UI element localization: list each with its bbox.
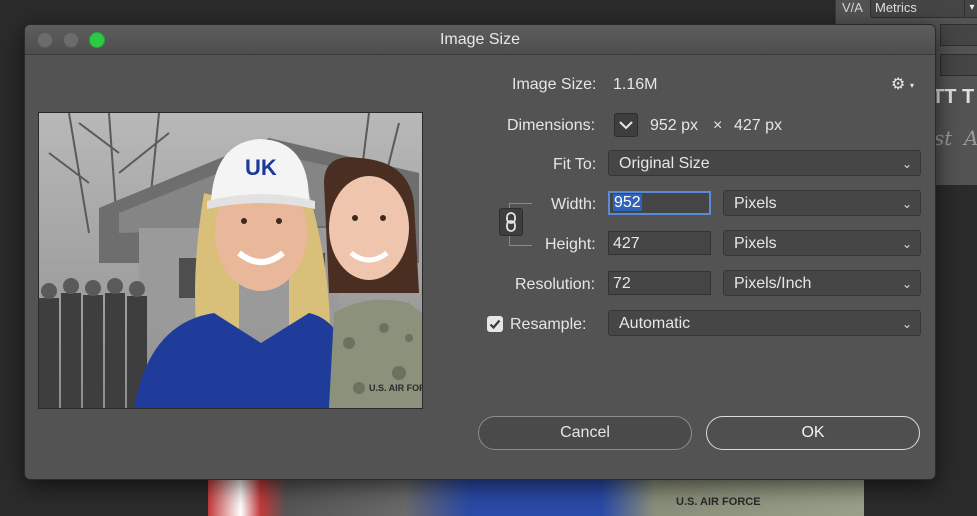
resample-checkbox[interactable]	[487, 316, 503, 332]
gear-icon[interactable]: ⚙	[891, 74, 905, 94]
uniform-tape: U.S. AIR FORCE	[369, 383, 422, 393]
fit-to-value: Original Size	[619, 155, 710, 172]
chain-link-icon	[506, 212, 516, 232]
background-photo-text: U.S. AIR FORCE	[676, 496, 761, 508]
width-unit-select[interactable]: Pixels ⌄	[723, 190, 921, 216]
dimensions-unit-button[interactable]	[614, 113, 638, 137]
chevron-down-icon: ⌄	[901, 237, 912, 251]
chevron-down-icon: ⌄	[901, 317, 912, 331]
cap-logo: UK	[245, 155, 277, 180]
image-size-value: 1.16M	[613, 76, 658, 93]
resample-select[interactable]: Automatic ⌄	[608, 310, 921, 336]
title-bar[interactable]: Image Size	[25, 25, 935, 55]
checkmark-icon	[489, 319, 501, 330]
image-preview[interactable]: UK U.S. AIR FORCE	[38, 112, 423, 409]
resolution-unit-select[interactable]: Pixels/Inch ⌄	[723, 270, 921, 296]
chevron-down-icon[interactable]: ▾	[964, 0, 977, 18]
chevron-down-icon[interactable]: ▾	[910, 81, 914, 90]
small-caps-icon[interactable]: T	[962, 86, 974, 109]
width-input[interactable]: 952	[608, 191, 711, 215]
kerning-select[interactable]: Metrics	[870, 0, 968, 18]
resolution-unit-value: Pixels/Inch	[734, 275, 812, 292]
width-value: 952	[613, 194, 642, 211]
fit-to-select[interactable]: Original Size ⌄	[608, 150, 921, 176]
height-unit-value: Pixels	[734, 235, 777, 252]
chevron-down-icon: ⌄	[901, 277, 912, 291]
dimensions-height-value: 427 px	[734, 117, 783, 134]
background-canvas-image	[208, 476, 864, 516]
height-input[interactable]: 427	[608, 231, 711, 255]
tracking-label: V/A	[842, 0, 863, 15]
height-unit-select[interactable]: Pixels ⌄	[723, 230, 921, 256]
width-unit-value: Pixels	[734, 195, 777, 212]
resample-value: Automatic	[619, 315, 691, 332]
resample-label: Resample:	[510, 316, 587, 333]
width-label: Width:	[551, 196, 597, 213]
preview-photo: UK U.S. AIR FORCE	[39, 113, 422, 408]
height-value: 427	[613, 235, 640, 252]
dimensions-width-value: 952 px	[650, 117, 699, 134]
resolution-input[interactable]: 72	[608, 271, 711, 295]
height-label: Height:	[545, 236, 596, 253]
chevron-down-icon: ⌄	[901, 157, 912, 171]
ok-button[interactable]: OK	[706, 416, 920, 450]
dimensions-label: Dimensions:	[507, 117, 596, 134]
swash-icon[interactable]: A	[964, 126, 977, 150]
fit-to-label: Fit To:	[553, 156, 597, 173]
dialog-title: Image Size	[439, 31, 521, 48]
chevron-down-icon: ⌄	[901, 197, 912, 211]
resolution-value: 72	[613, 275, 631, 292]
panel-field-1[interactable]	[940, 24, 977, 46]
resolution-label: Resolution:	[515, 276, 596, 293]
panel-field-2[interactable]	[940, 54, 977, 76]
dimensions-times: ×	[713, 117, 723, 134]
image-size-dialog: Image Size UK U.S. AIR FO Image Size: 1.…	[24, 24, 936, 480]
constrain-proportions-button[interactable]	[499, 208, 523, 236]
ligature-icon[interactable]: st	[934, 126, 952, 150]
chevron-down-icon	[619, 121, 633, 130]
cancel-button[interactable]: Cancel	[478, 416, 692, 450]
image-size-label: Image Size:	[512, 76, 597, 93]
